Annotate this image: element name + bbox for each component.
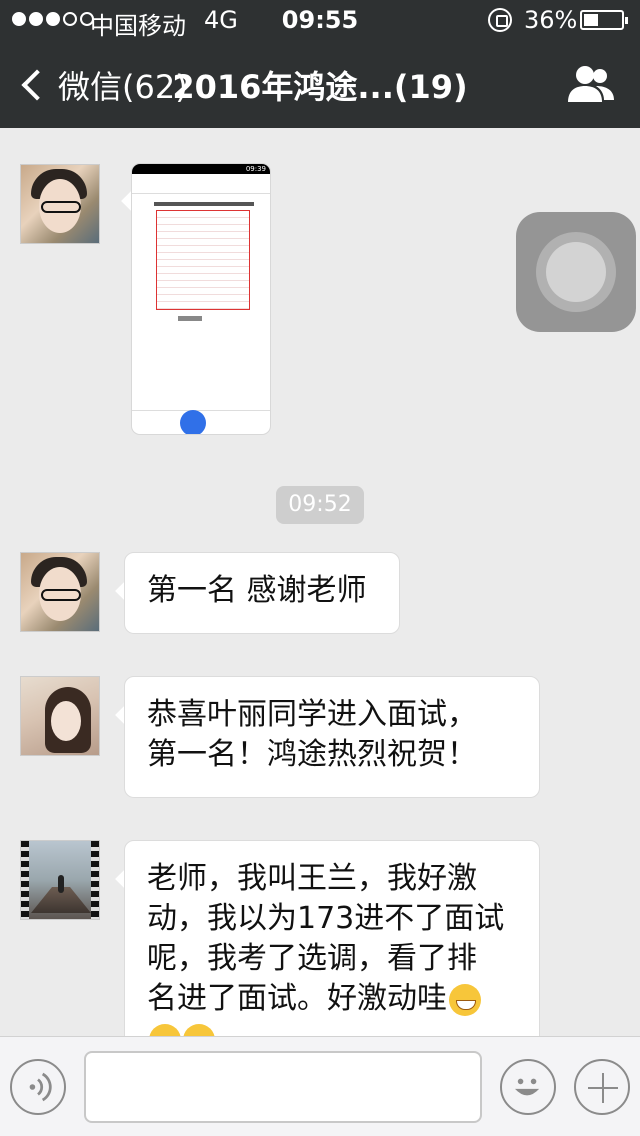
- message-bubble[interactable]: 恭喜叶丽同学进入面试， 第一名！鸿途热烈祝贺！: [124, 676, 540, 798]
- grinning-emoji-icon: [449, 983, 481, 1016]
- message-text: 第一名！鸿途热烈祝贺！: [147, 737, 477, 772]
- status-bar: 中国移动 4G 09:55 36%: [0, 0, 640, 40]
- plus-icon[interactable]: [574, 1059, 630, 1115]
- image-message[interactable]: 09:39: [132, 164, 270, 434]
- time-divider: 09:52: [276, 486, 364, 524]
- nav-bar: 微信(62) 2016年鸿途...(19): [0, 40, 640, 128]
- emoji-icon[interactable]: [500, 1059, 556, 1115]
- message-text: 名进了面试。好激动哇: [147, 981, 447, 1016]
- battery-icon: [580, 10, 628, 30]
- message-text: 呢，我考了选调，看了排: [147, 941, 477, 976]
- score-table-thumbnail: [156, 210, 250, 310]
- avatar-sender-a[interactable]: [20, 552, 100, 632]
- assistive-touch-button[interactable]: [516, 212, 636, 332]
- phone-status-time: 09:39: [132, 164, 270, 174]
- message-bubble[interactable]: 第一名 感谢老师: [124, 552, 400, 634]
- header: 中国移动 4G 09:55 36% 微信(62) 2016年鸿途...(19): [0, 0, 640, 128]
- chat-title: 2016年鸿途...(19): [172, 68, 468, 106]
- message-text: 恭喜叶丽同学进入面试，: [147, 697, 477, 732]
- message-text: 动，我以为173进不了面试: [147, 901, 505, 936]
- message-input[interactable]: [84, 1051, 482, 1123]
- mic-icon: [180, 410, 206, 434]
- avatar-sender-c[interactable]: [20, 840, 100, 920]
- message-bubble[interactable]: 老师，我叫王兰，我好激 动，我以为173进不了面试 呢，我考了选调，看了排 名进…: [124, 840, 540, 1050]
- avatar-sender-b[interactable]: [20, 676, 100, 756]
- group-members-icon[interactable]: [566, 64, 616, 104]
- voice-input-icon[interactable]: [10, 1059, 66, 1115]
- avatar-sender-a[interactable]: [20, 164, 100, 244]
- rotation-lock-icon: [488, 8, 512, 32]
- message-text: 老师，我叫王兰，我好激: [147, 861, 477, 896]
- input-bar: [0, 1036, 640, 1136]
- battery-percent: 36%: [524, 6, 578, 34]
- message-text: 第一名 感谢老师: [147, 573, 367, 608]
